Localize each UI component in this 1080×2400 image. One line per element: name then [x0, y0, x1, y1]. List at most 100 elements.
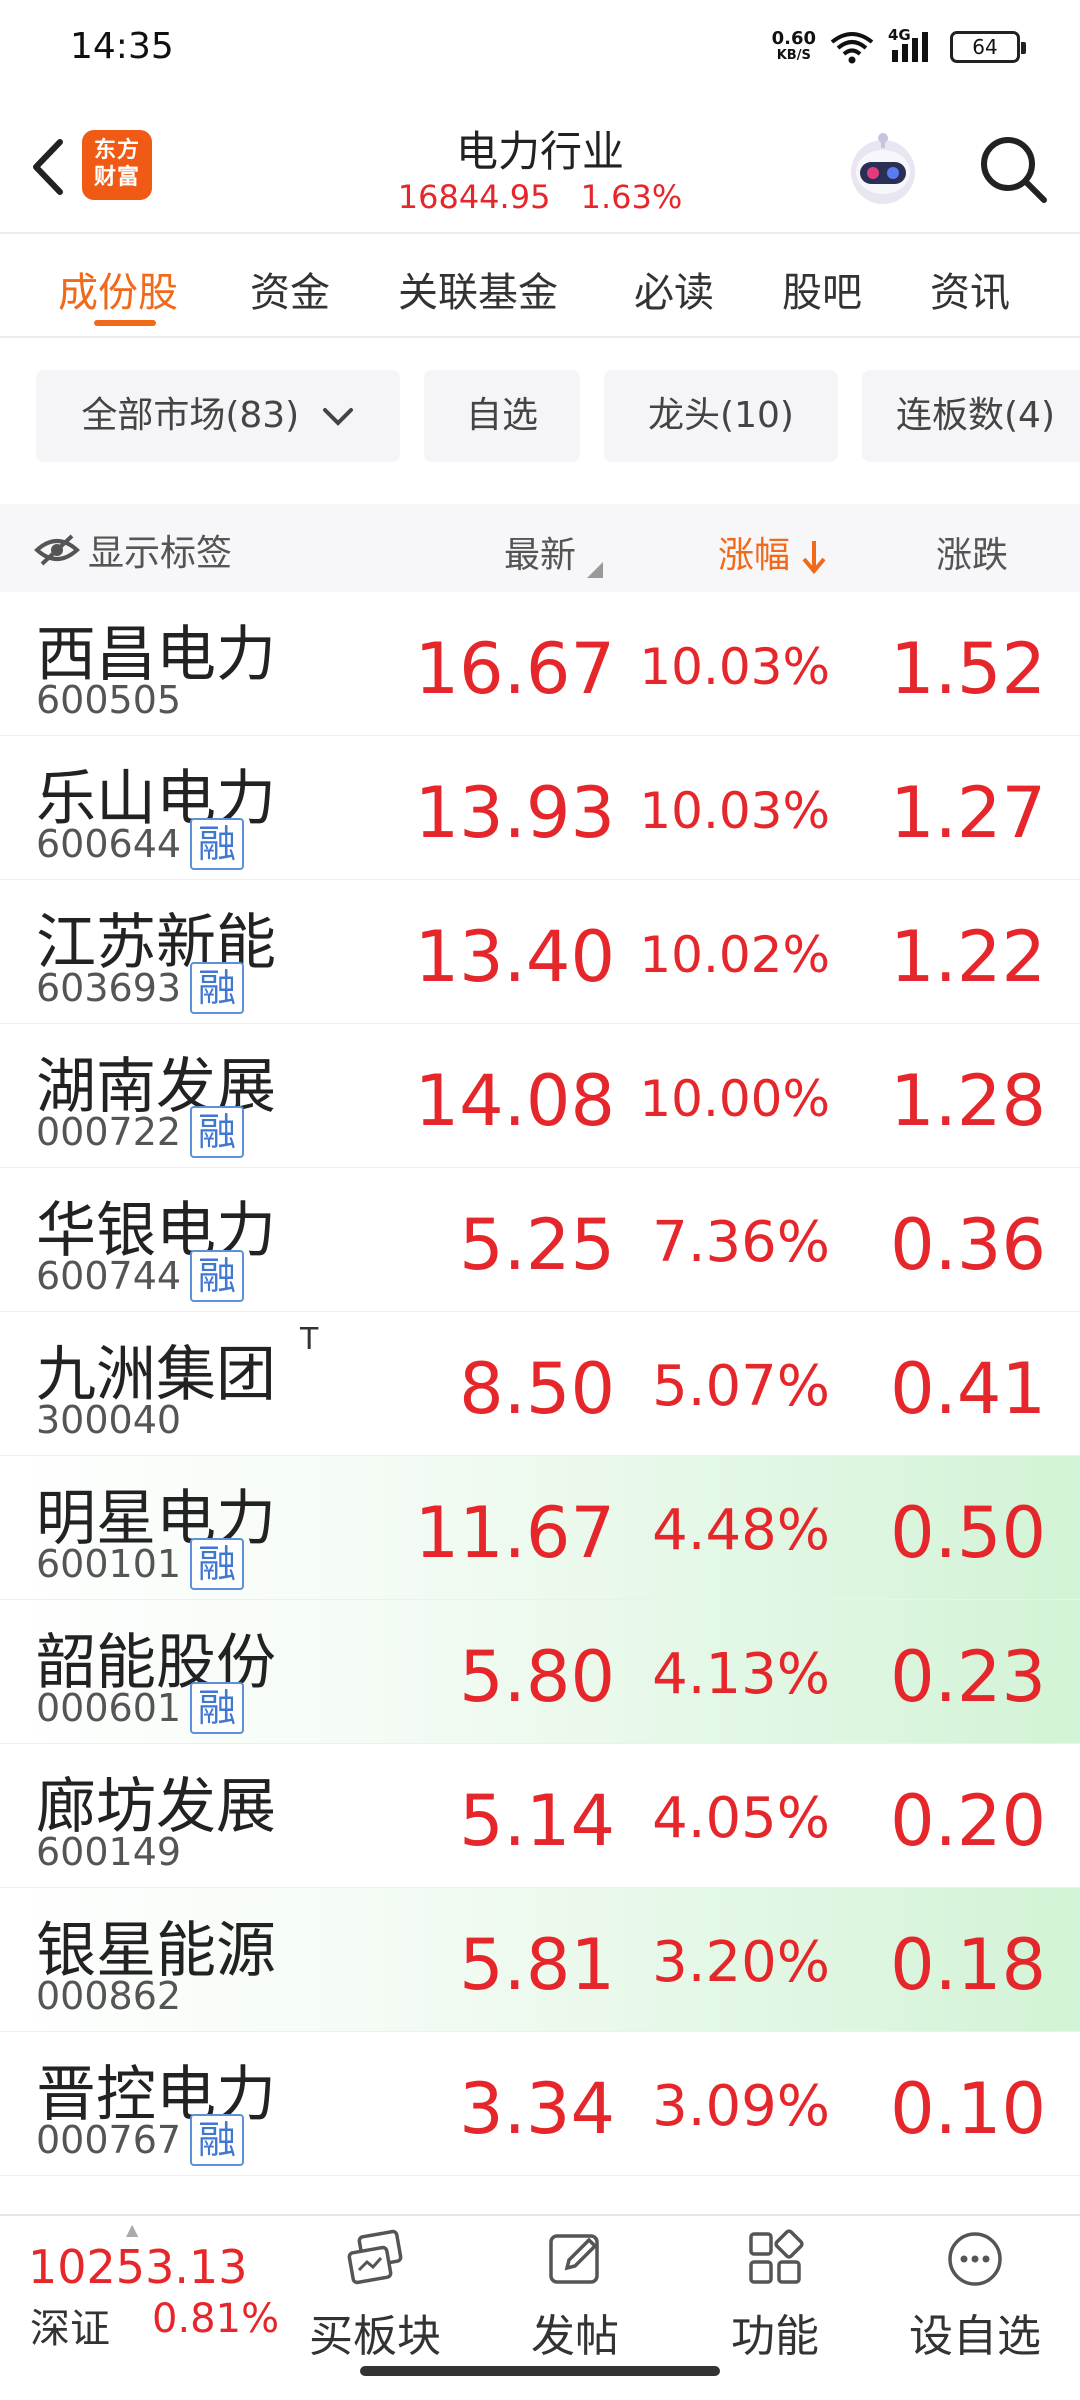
stock-row[interactable]: 晋控电力 000767 融 3.34 3.09% 0.10 [0, 2032, 1080, 2176]
stock-change-percent: 4.13% [652, 1642, 830, 1707]
margin-trading-badge: 融 [190, 962, 244, 1014]
filter-market-dropdown[interactable]: 全部市场(83) [36, 370, 400, 462]
stock-change: 0.36 [890, 1204, 1046, 1286]
filter-watchlist[interactable]: 自选 [424, 370, 580, 462]
add-watchlist-label: 设自选 [909, 2311, 1041, 2362]
margin-trading-badge: 融 [190, 818, 244, 870]
stock-change: 0.41 [890, 1348, 1046, 1430]
stock-code: 603693 [36, 966, 182, 1010]
stock-code: 300040 [36, 1398, 182, 1442]
active-tab-indicator [94, 320, 156, 326]
stock-row[interactable]: 韶能股份 000601 融 5.80 4.13% 0.23 [0, 1600, 1080, 1744]
sort-triangle-icon [587, 562, 604, 578]
stock-code: 000601 [36, 1686, 182, 1730]
wifi-icon [830, 32, 874, 64]
stock-code: 600644 [36, 822, 182, 866]
network-speed: 0.60 KB/S [772, 30, 816, 64]
column-latest-price[interactable]: 最新 [504, 526, 604, 578]
tab-constituents[interactable]: 成份股 [58, 260, 178, 318]
robot-assistant-icon[interactable] [842, 128, 924, 210]
t-plus-zero-mark: T [300, 1322, 319, 1357]
stock-row[interactable]: 廊坊发展 600149 5.14 4.05% 0.20 [0, 1744, 1080, 1888]
stock-change-percent: 3.20% [652, 1930, 830, 1995]
market-index-name[interactable]: 深证 [30, 2296, 110, 2354]
stock-price: 8.50 [459, 1348, 615, 1430]
stock-change-percent: 10.00% [639, 1070, 830, 1128]
tab-related-funds[interactable]: 关联基金 [398, 260, 558, 318]
battery-icon: 64 [950, 31, 1026, 63]
buy-sector-button[interactable]: 买板块 [290, 2228, 460, 2364]
market-index-value[interactable]: 10253.13 [28, 2240, 248, 2294]
home-indicator[interactable] [360, 2366, 720, 2376]
stock-row[interactable]: 湖南发展 000722 融 14.08 10.00% 1.28 [0, 1024, 1080, 1168]
stock-price: 5.14 [459, 1780, 615, 1862]
stock-price: 11.67 [414, 1492, 615, 1574]
network-speed-value: 0.60 [771, 28, 816, 49]
stock-change: 0.20 [890, 1780, 1046, 1862]
arrow-down-icon [802, 541, 827, 575]
tab-funds[interactable]: 资金 [250, 260, 330, 318]
stock-price: 14.08 [414, 1060, 615, 1142]
eye-hidden-icon [34, 534, 80, 566]
stock-change-percent: 3.09% [652, 2074, 830, 2139]
stock-code: 600149 [36, 1830, 182, 1874]
tab-forum[interactable]: 股吧 [782, 260, 862, 318]
market-index-change[interactable]: 0.81% [152, 2296, 279, 2342]
stock-change-percent: 10.03% [639, 638, 830, 696]
column-change[interactable]: 涨跌 [936, 526, 1008, 578]
cell-signal-icon: 4G [888, 26, 936, 66]
chevron-down-icon [322, 408, 353, 426]
stock-price: 5.81 [459, 1924, 615, 2006]
stock-change: 0.10 [890, 2068, 1046, 2150]
tab-news[interactable]: 资讯 [930, 260, 1010, 318]
stock-row[interactable]: 乐山电力 600644 融 13.93 10.03% 1.27 [0, 736, 1080, 880]
stock-row[interactable]: 西昌电力 600505 16.67 10.03% 1.52 [0, 592, 1080, 736]
stock-row[interactable]: 九洲集团 T 300040 8.50 5.07% 0.41 [0, 1312, 1080, 1456]
stock-row[interactable]: 明星电力 600101 融 11.67 4.48% 0.50 [0, 1456, 1080, 1600]
stock-change-percent: 10.03% [639, 782, 830, 840]
stock-change: 0.50 [890, 1492, 1046, 1574]
buy-sector-icon [347, 2229, 403, 2285]
sector-index-value: 16844.95 [397, 178, 551, 216]
stock-code: 600101 [36, 1542, 182, 1586]
stock-code: 000862 [36, 1974, 182, 2018]
stock-row[interactable]: 江苏新能 603693 融 13.40 10.02% 1.22 [0, 880, 1080, 1024]
search-icon[interactable] [974, 130, 1052, 208]
stock-price: 13.40 [414, 916, 615, 998]
margin-trading-badge: 融 [190, 2114, 244, 2166]
post-label: 发帖 [531, 2311, 619, 2362]
stock-change-percent: 5.07% [652, 1354, 830, 1419]
grid-function-icon [749, 2229, 804, 2284]
filter-leaders[interactable]: 龙头(10) [604, 370, 838, 462]
tab-must-read[interactable]: 必读 [634, 260, 714, 318]
tab-bar: 成份股 资金 关联基金 必读 股吧 资讯 [0, 236, 1080, 338]
status-bar: 14:35 0.60 KB/S 4G 64 [0, 0, 1080, 100]
sector-index-change: 1.63% [580, 178, 683, 216]
stock-price: 5.80 [459, 1636, 615, 1718]
stock-price: 5.25 [459, 1204, 615, 1286]
network-speed-unit: KB/S [776, 48, 811, 63]
post-button[interactable]: 发帖 [490, 2228, 660, 2364]
stock-change-percent: 4.48% [652, 1498, 830, 1563]
stock-change: 1.27 [890, 772, 1046, 854]
stock-price: 3.34 [459, 2068, 615, 2150]
margin-trading-badge: 融 [190, 1250, 244, 1302]
stock-change-percent: 10.02% [639, 926, 830, 984]
stock-price: 16.67 [414, 628, 615, 710]
buy-sector-label: 买板块 [309, 2311, 441, 2362]
column-change-percent[interactable]: 涨幅 [718, 526, 827, 578]
show-labels-toggle[interactable]: 显示标签 [34, 524, 232, 576]
stock-change: 0.18 [890, 1924, 1046, 2006]
functions-button[interactable]: 功能 [690, 2228, 860, 2364]
filter-consecutive-limit[interactable]: 连板数(4) [862, 370, 1080, 462]
stock-code: 600505 [36, 678, 182, 722]
stock-change: 1.28 [890, 1060, 1046, 1142]
stock-row[interactable]: 华银电力 600744 融 5.25 7.36% 0.36 [0, 1168, 1080, 1312]
bottom-bar: ▲ 10253.13 深证 0.81% 买板块 发帖 功能 设自选 [0, 2214, 1080, 2362]
filter-chips: 全部市场(83) 自选 龙头(10) 连板数(4) [0, 370, 1080, 464]
stock-row[interactable]: 银星能源 000862 5.81 3.20% 0.18 [0, 1888, 1080, 2032]
column-header: 显示标签 最新 涨幅 涨跌 [0, 504, 1080, 592]
stock-change-percent: 4.05% [652, 1786, 830, 1851]
add-watchlist-button[interactable]: 设自选 [890, 2228, 1060, 2364]
stock-change-percent: 7.36% [652, 1210, 830, 1275]
